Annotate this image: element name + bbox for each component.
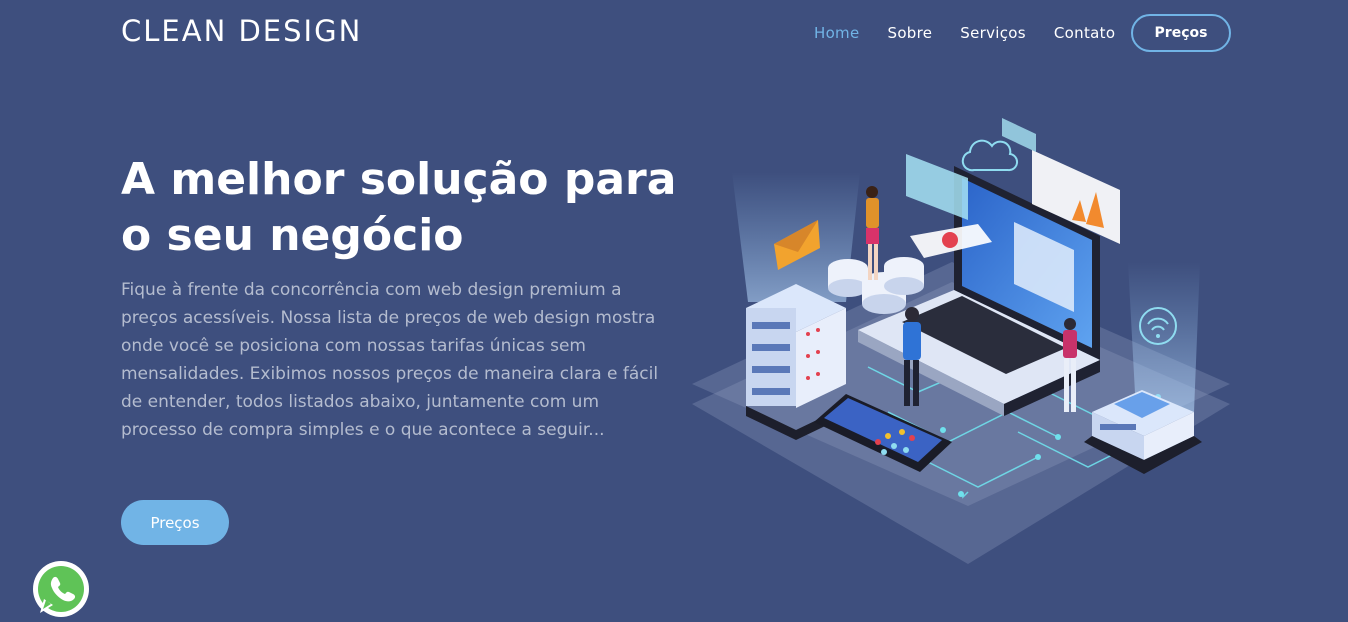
whatsapp-icon[interactable] <box>31 559 91 619</box>
nav-link-home[interactable]: Home <box>814 24 860 42</box>
hero-precos-button[interactable]: Preços <box>121 500 229 545</box>
nav-link-sobre[interactable]: Sobre <box>888 24 933 42</box>
nav-link-contato[interactable]: Contato <box>1054 24 1115 42</box>
hero-description: Fique à frente da concorrência com web d… <box>121 280 659 440</box>
nav-precos-button[interactable]: Preços <box>1131 14 1231 52</box>
site-logo[interactable]: CLEAN DESIGN <box>121 14 362 48</box>
hero-title: A melhor solução para o seu negócio <box>121 154 677 261</box>
isometric-tech-illustration <box>692 118 1230 564</box>
main-nav: Home Sobre Serviços Contato <box>814 24 1143 42</box>
nav-link-servicos[interactable]: Serviços <box>960 24 1026 42</box>
